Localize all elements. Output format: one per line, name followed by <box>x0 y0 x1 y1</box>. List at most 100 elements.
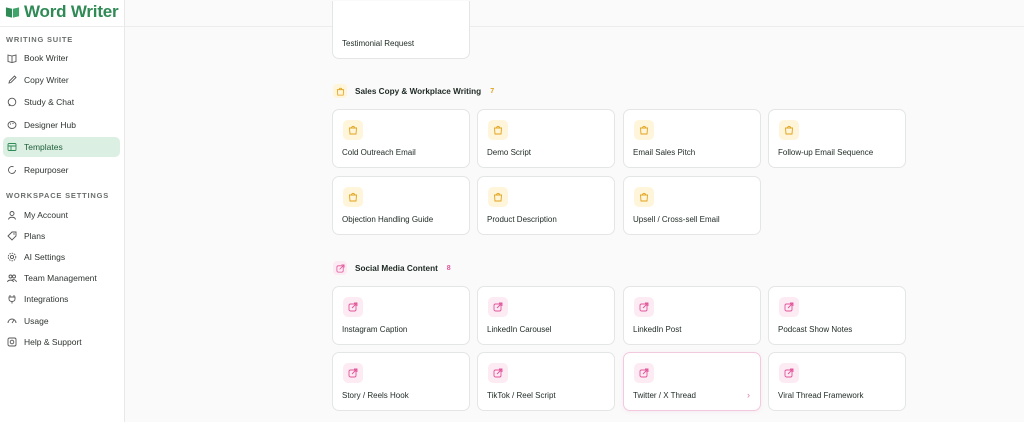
template-card-podcast-show-notes[interactable]: Podcast Show Notes <box>768 286 906 345</box>
plug-icon <box>7 294 17 304</box>
template-icon <box>7 142 17 152</box>
sidebar-item-label: Usage <box>24 316 49 326</box>
team-icon <box>7 273 17 283</box>
shopping-bag-icon <box>488 120 508 140</box>
template-card-title: Upsell / Cross-sell Email <box>633 215 720 224</box>
sidebar-item-usage[interactable]: Usage <box>3 311 120 331</box>
template-card-title: Demo Script <box>487 148 532 157</box>
shopping-bag-icon <box>333 84 347 98</box>
template-card-title: Podcast Show Notes <box>778 325 853 334</box>
template-card-title: Twitter / X Thread <box>633 391 696 400</box>
chat-icon <box>7 97 17 107</box>
template-card-cold-outreach-email[interactable]: Cold Outreach Email <box>332 109 470 168</box>
shopping-bag-icon <box>343 187 363 207</box>
share-icon <box>488 363 508 383</box>
template-card-viral-thread-framework[interactable]: Viral Thread Framework <box>768 352 906 411</box>
share-icon <box>779 363 799 383</box>
template-card-title: Product Description <box>487 215 557 224</box>
pen-icon <box>7 75 17 85</box>
refresh-icon <box>7 165 17 175</box>
sidebar-item-label: Team Management <box>24 273 97 283</box>
sidebar-item-study-chat[interactable]: Study & Chat <box>3 92 120 112</box>
sidebar-item-label: Repurposer <box>24 165 69 175</box>
template-card-twitter-x-thread[interactable]: Twitter / X Thread › <box>623 352 761 411</box>
sidebar-item-label: Help & Support <box>24 337 82 347</box>
sidebar-item-label: Copy Writer <box>24 75 69 85</box>
template-card-testimonial-request[interactable]: Testimonial Request <box>332 1 470 59</box>
template-card-title: Email Sales Pitch <box>633 148 696 157</box>
share-icon <box>343 363 363 383</box>
template-card-linkedin-carousel[interactable]: LinkedIn Carousel <box>477 286 615 345</box>
section-header-social: Social Media Content 8 <box>333 261 451 275</box>
sidebar-divider <box>0 26 125 27</box>
shopping-bag-icon <box>634 187 654 207</box>
template-card-title: Instagram Caption <box>342 325 408 334</box>
book-logo-icon <box>5 7 20 18</box>
sidebar-item-repurposer[interactable]: Repurposer <box>3 160 120 180</box>
share-icon <box>333 261 347 275</box>
tag-icon <box>7 231 17 241</box>
chevron-right-icon: › <box>747 390 750 400</box>
workspace-settings-heading: WORKSPACE SETTINGS <box>6 191 110 200</box>
section-title: Sales Copy & Workplace Writing <box>355 86 482 96</box>
template-card-tiktok-reel-script[interactable]: TikTok / Reel Script <box>477 352 615 411</box>
sidebar-item-copy-writer[interactable]: Copy Writer <box>3 70 120 90</box>
sidebar-item-my-account[interactable]: My Account <box>3 205 120 225</box>
template-card-title: Follow-up Email Sequence <box>778 148 874 157</box>
template-card-title: LinkedIn Carousel <box>487 325 552 334</box>
sidebar: Word Writer WRITING SUITE Book Writer Co… <box>0 0 125 422</box>
book-icon <box>7 53 17 63</box>
template-card-title: TikTok / Reel Script <box>487 391 556 400</box>
main-content: Testimonial Request Sales Copy & Workpla… <box>125 0 1024 422</box>
gear-icon <box>7 252 17 262</box>
template-card-story-reels-hook[interactable]: Story / Reels Hook <box>332 352 470 411</box>
sidebar-item-label: Book Writer <box>24 53 69 63</box>
template-card-title: LinkedIn Post <box>633 325 682 334</box>
sidebar-item-ai-settings[interactable]: AI Settings <box>3 247 120 267</box>
sidebar-item-label: Templates <box>24 142 63 152</box>
app-name: Word Writer <box>24 2 119 21</box>
template-card-title: Objection Handling Guide <box>342 215 434 224</box>
section-title: Social Media Content <box>355 263 438 273</box>
gauge-icon <box>7 316 17 326</box>
template-card-title: Story / Reels Hook <box>342 391 409 400</box>
template-card-follow-up-email-sequence[interactable]: Follow-up Email Sequence <box>768 109 906 168</box>
sidebar-item-label: Plans <box>24 231 46 241</box>
template-card-upsell-cross-sell-email[interactable]: Upsell / Cross-sell Email <box>623 176 761 235</box>
template-card-demo-script[interactable]: Demo Script <box>477 109 615 168</box>
template-card-linkedin-post[interactable]: LinkedIn Post <box>623 286 761 345</box>
template-card-objection-handling-guide[interactable]: Objection Handling Guide <box>332 176 470 235</box>
share-icon <box>634 297 654 317</box>
shopping-bag-icon <box>488 187 508 207</box>
share-icon <box>488 297 508 317</box>
template-card-instagram-caption[interactable]: Instagram Caption <box>332 286 470 345</box>
sidebar-item-templates[interactable]: Templates <box>3 137 120 157</box>
sidebar-item-book-writer[interactable]: Book Writer <box>3 48 120 68</box>
help-icon <box>7 337 17 347</box>
sidebar-item-help-support[interactable]: Help & Support <box>3 332 120 352</box>
sidebar-item-team-management[interactable]: Team Management <box>3 268 120 288</box>
user-icon <box>7 210 17 220</box>
shopping-bag-icon <box>779 120 799 140</box>
sidebar-item-designer-hub[interactable]: Designer Hub <box>3 115 120 135</box>
sidebar-item-plans[interactable]: Plans <box>3 226 120 246</box>
template-card-title: Testimonial Request <box>342 39 415 48</box>
app-logo[interactable]: Word Writer <box>5 2 119 22</box>
section-count: 7 <box>490 87 495 95</box>
share-icon <box>343 297 363 317</box>
shopping-bag-icon <box>343 120 363 140</box>
template-card-title: Viral Thread Framework <box>778 391 864 400</box>
share-icon <box>634 363 654 383</box>
sidebar-item-label: My Account <box>24 210 68 220</box>
template-card-title: Cold Outreach Email <box>342 148 416 157</box>
section-count: 8 <box>446 264 451 272</box>
template-card-email-sales-pitch[interactable]: Email Sales Pitch <box>623 109 761 168</box>
share-icon <box>779 297 799 317</box>
writing-suite-heading: WRITING SUITE <box>6 35 74 44</box>
sidebar-item-label: Designer Hub <box>24 120 76 130</box>
sidebar-item-integrations[interactable]: Integrations <box>3 289 120 309</box>
sidebar-item-label: AI Settings <box>24 252 66 262</box>
section-header-sales: Sales Copy & Workplace Writing 7 <box>333 84 494 98</box>
template-card-product-description[interactable]: Product Description <box>477 176 615 235</box>
sidebar-item-label: Integrations <box>24 294 69 304</box>
